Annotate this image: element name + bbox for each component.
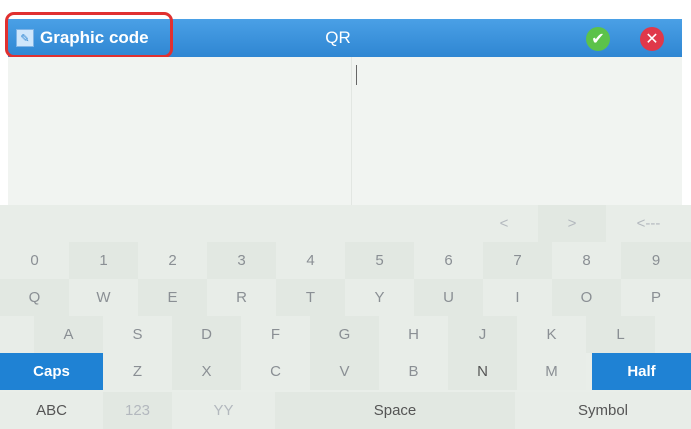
text-area-divider [351, 57, 352, 205]
close-icon: ✕ [645, 31, 659, 48]
key-3[interactable]: 3 [207, 242, 276, 279]
keyboard-q-row: Q W E R T Y U I O P [0, 279, 691, 316]
key-9[interactable]: 9 [621, 242, 691, 279]
key-w[interactable]: W [69, 279, 138, 316]
key-f[interactable]: F [241, 316, 310, 353]
numeric-key[interactable]: 123 [103, 392, 172, 429]
window-title: Graphic code [40, 28, 149, 47]
a-row-right-pad [655, 316, 691, 353]
key-0[interactable]: 0 [0, 242, 69, 279]
key-backspace[interactable]: <--- [606, 205, 691, 242]
key-8[interactable]: 8 [552, 242, 621, 279]
key-o[interactable]: O [552, 279, 621, 316]
app-icon: ✎ [16, 29, 34, 47]
key-5[interactable]: 5 [345, 242, 414, 279]
on-screen-keyboard: < > <--- 0 1 2 3 4 5 6 7 8 9 Q W E R T Y… [0, 205, 691, 429]
key-7[interactable]: 7 [483, 242, 552, 279]
keyboard-digit-row: 0 1 2 3 4 5 6 7 8 9 [0, 242, 691, 279]
key-d[interactable]: D [172, 316, 241, 353]
key-z[interactable]: Z [103, 353, 172, 390]
key-b[interactable]: B [379, 353, 448, 390]
abc-key[interactable]: ABC [0, 392, 103, 429]
key-g[interactable]: G [310, 316, 379, 353]
key-2[interactable]: 2 [138, 242, 207, 279]
symbol-key[interactable]: Symbol [515, 392, 691, 429]
nav-row-spacer [0, 205, 470, 242]
space-key[interactable]: Space [275, 392, 515, 429]
key-k[interactable]: K [517, 316, 586, 353]
mode-label: QR [325, 28, 351, 47]
text-input-area[interactable] [8, 57, 682, 205]
key-y[interactable]: Y [345, 279, 414, 316]
key-p[interactable]: P [621, 279, 691, 316]
title-bar: ✎ Graphic code QR ✔ ✕ [5, 12, 682, 58]
caps-key[interactable]: Caps [0, 353, 103, 390]
confirm-button[interactable]: ✔ [586, 27, 610, 51]
key-h[interactable]: H [379, 316, 448, 353]
key-j[interactable]: J [448, 316, 517, 353]
title-group: ✎ Graphic code [16, 19, 149, 57]
key-l[interactable]: L [586, 316, 655, 353]
key-n[interactable]: N [448, 353, 517, 390]
text-caret [356, 65, 357, 85]
half-key[interactable]: Half [592, 353, 691, 390]
keyboard-nav-row: < > <--- [0, 205, 691, 242]
key-x[interactable]: X [172, 353, 241, 390]
check-icon: ✔ [591, 31, 605, 48]
key-r[interactable]: R [207, 279, 276, 316]
key-e[interactable]: E [138, 279, 207, 316]
key-6[interactable]: 6 [414, 242, 483, 279]
cancel-button[interactable]: ✕ [640, 27, 664, 51]
key-u[interactable]: U [414, 279, 483, 316]
key-i[interactable]: I [483, 279, 552, 316]
key-cursor-right[interactable]: > [538, 205, 606, 242]
key-a[interactable]: A [34, 316, 103, 353]
key-4[interactable]: 4 [276, 242, 345, 279]
keyboard-a-row: A S D F G H J K L [0, 316, 691, 353]
key-c[interactable]: C [241, 353, 310, 390]
key-m[interactable]: M [517, 353, 586, 390]
key-t[interactable]: T [276, 279, 345, 316]
keyboard-bottom-row: ABC 123 YY Space Symbol [0, 392, 691, 429]
key-s[interactable]: S [103, 316, 172, 353]
key-1[interactable]: 1 [69, 242, 138, 279]
key-q[interactable]: Q [0, 279, 69, 316]
key-v[interactable]: V [310, 353, 379, 390]
yy-key[interactable]: YY [172, 392, 275, 429]
key-cursor-left[interactable]: < [470, 205, 538, 242]
a-row-left-pad [0, 316, 34, 353]
keyboard-z-row: Caps Z X C V B N M Half [0, 353, 691, 390]
